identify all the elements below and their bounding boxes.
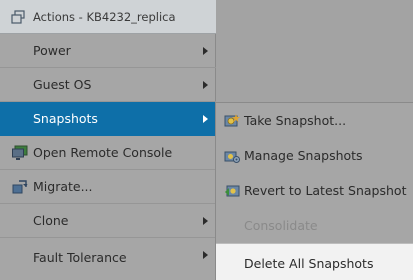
snapshots-submenu: Take Snapshot... Manage Snapshots Revert… [215, 102, 413, 280]
actions-context-menu: Actions - KB4232_replica Power Guest OS … [0, 0, 216, 280]
menu-item-migrate[interactable]: Migrate... [0, 170, 216, 204]
vm-icon [11, 9, 25, 24]
chevron-right-icon [203, 115, 208, 123]
manage-snapshots-icon [224, 148, 240, 164]
submenu-item-label: Manage Snapshots [244, 148, 363, 163]
remote-console-icon [12, 145, 28, 161]
chevron-right-icon [203, 47, 208, 55]
submenu-item-delete-all-snapshots[interactable]: Delete All Snapshots [216, 243, 413, 280]
menu-header: Actions - KB4232_replica [0, 0, 216, 34]
menu-item-label: Snapshots [33, 111, 98, 126]
migrate-icon [12, 179, 28, 195]
chevron-right-icon [203, 217, 208, 225]
menu-item-label: Guest OS [33, 77, 92, 92]
chevron-right-icon [203, 251, 208, 259]
menu-item-fault-tolerance[interactable]: Fault Tolerance [0, 238, 216, 280]
submenu-item-revert-to-latest-snapshot[interactable]: Revert to Latest Snapshot [216, 173, 413, 208]
menu-item-label: Clone [33, 213, 69, 228]
submenu-item-manage-snapshots[interactable]: Manage Snapshots [216, 138, 413, 173]
screen: Actions - KB4232_replica Power Guest OS … [0, 0, 413, 280]
submenu-item-label: Revert to Latest Snapshot [244, 183, 407, 198]
menu-header-title: Actions - KB4232_replica [33, 9, 176, 24]
menu-item-guest-os[interactable]: Guest OS [0, 68, 216, 102]
chevron-right-icon [203, 81, 208, 89]
menu-item-clone[interactable]: Clone [0, 204, 216, 238]
menu-item-label: Fault Tolerance [33, 250, 127, 265]
submenu-item-label: Take Snapshot... [244, 113, 347, 128]
submenu-item-take-snapshot[interactable]: Take Snapshot... [216, 103, 413, 138]
submenu-item-label: Delete All Snapshots [244, 256, 374, 271]
menu-item-label: Open Remote Console [33, 145, 173, 160]
take-snapshot-icon [224, 113, 240, 129]
submenu-item-label: Consolidate [244, 218, 318, 233]
menu-item-snapshots[interactable]: Snapshots [0, 102, 216, 136]
submenu-item-consolidate[interactable]: Consolidate [216, 208, 413, 243]
menu-item-open-remote-console[interactable]: Open Remote Console [0, 136, 216, 170]
menu-item-power[interactable]: Power [0, 34, 216, 68]
menu-item-label: Power [33, 43, 71, 58]
menu-item-label: Migrate... [33, 179, 93, 194]
revert-snapshot-icon [224, 183, 240, 199]
